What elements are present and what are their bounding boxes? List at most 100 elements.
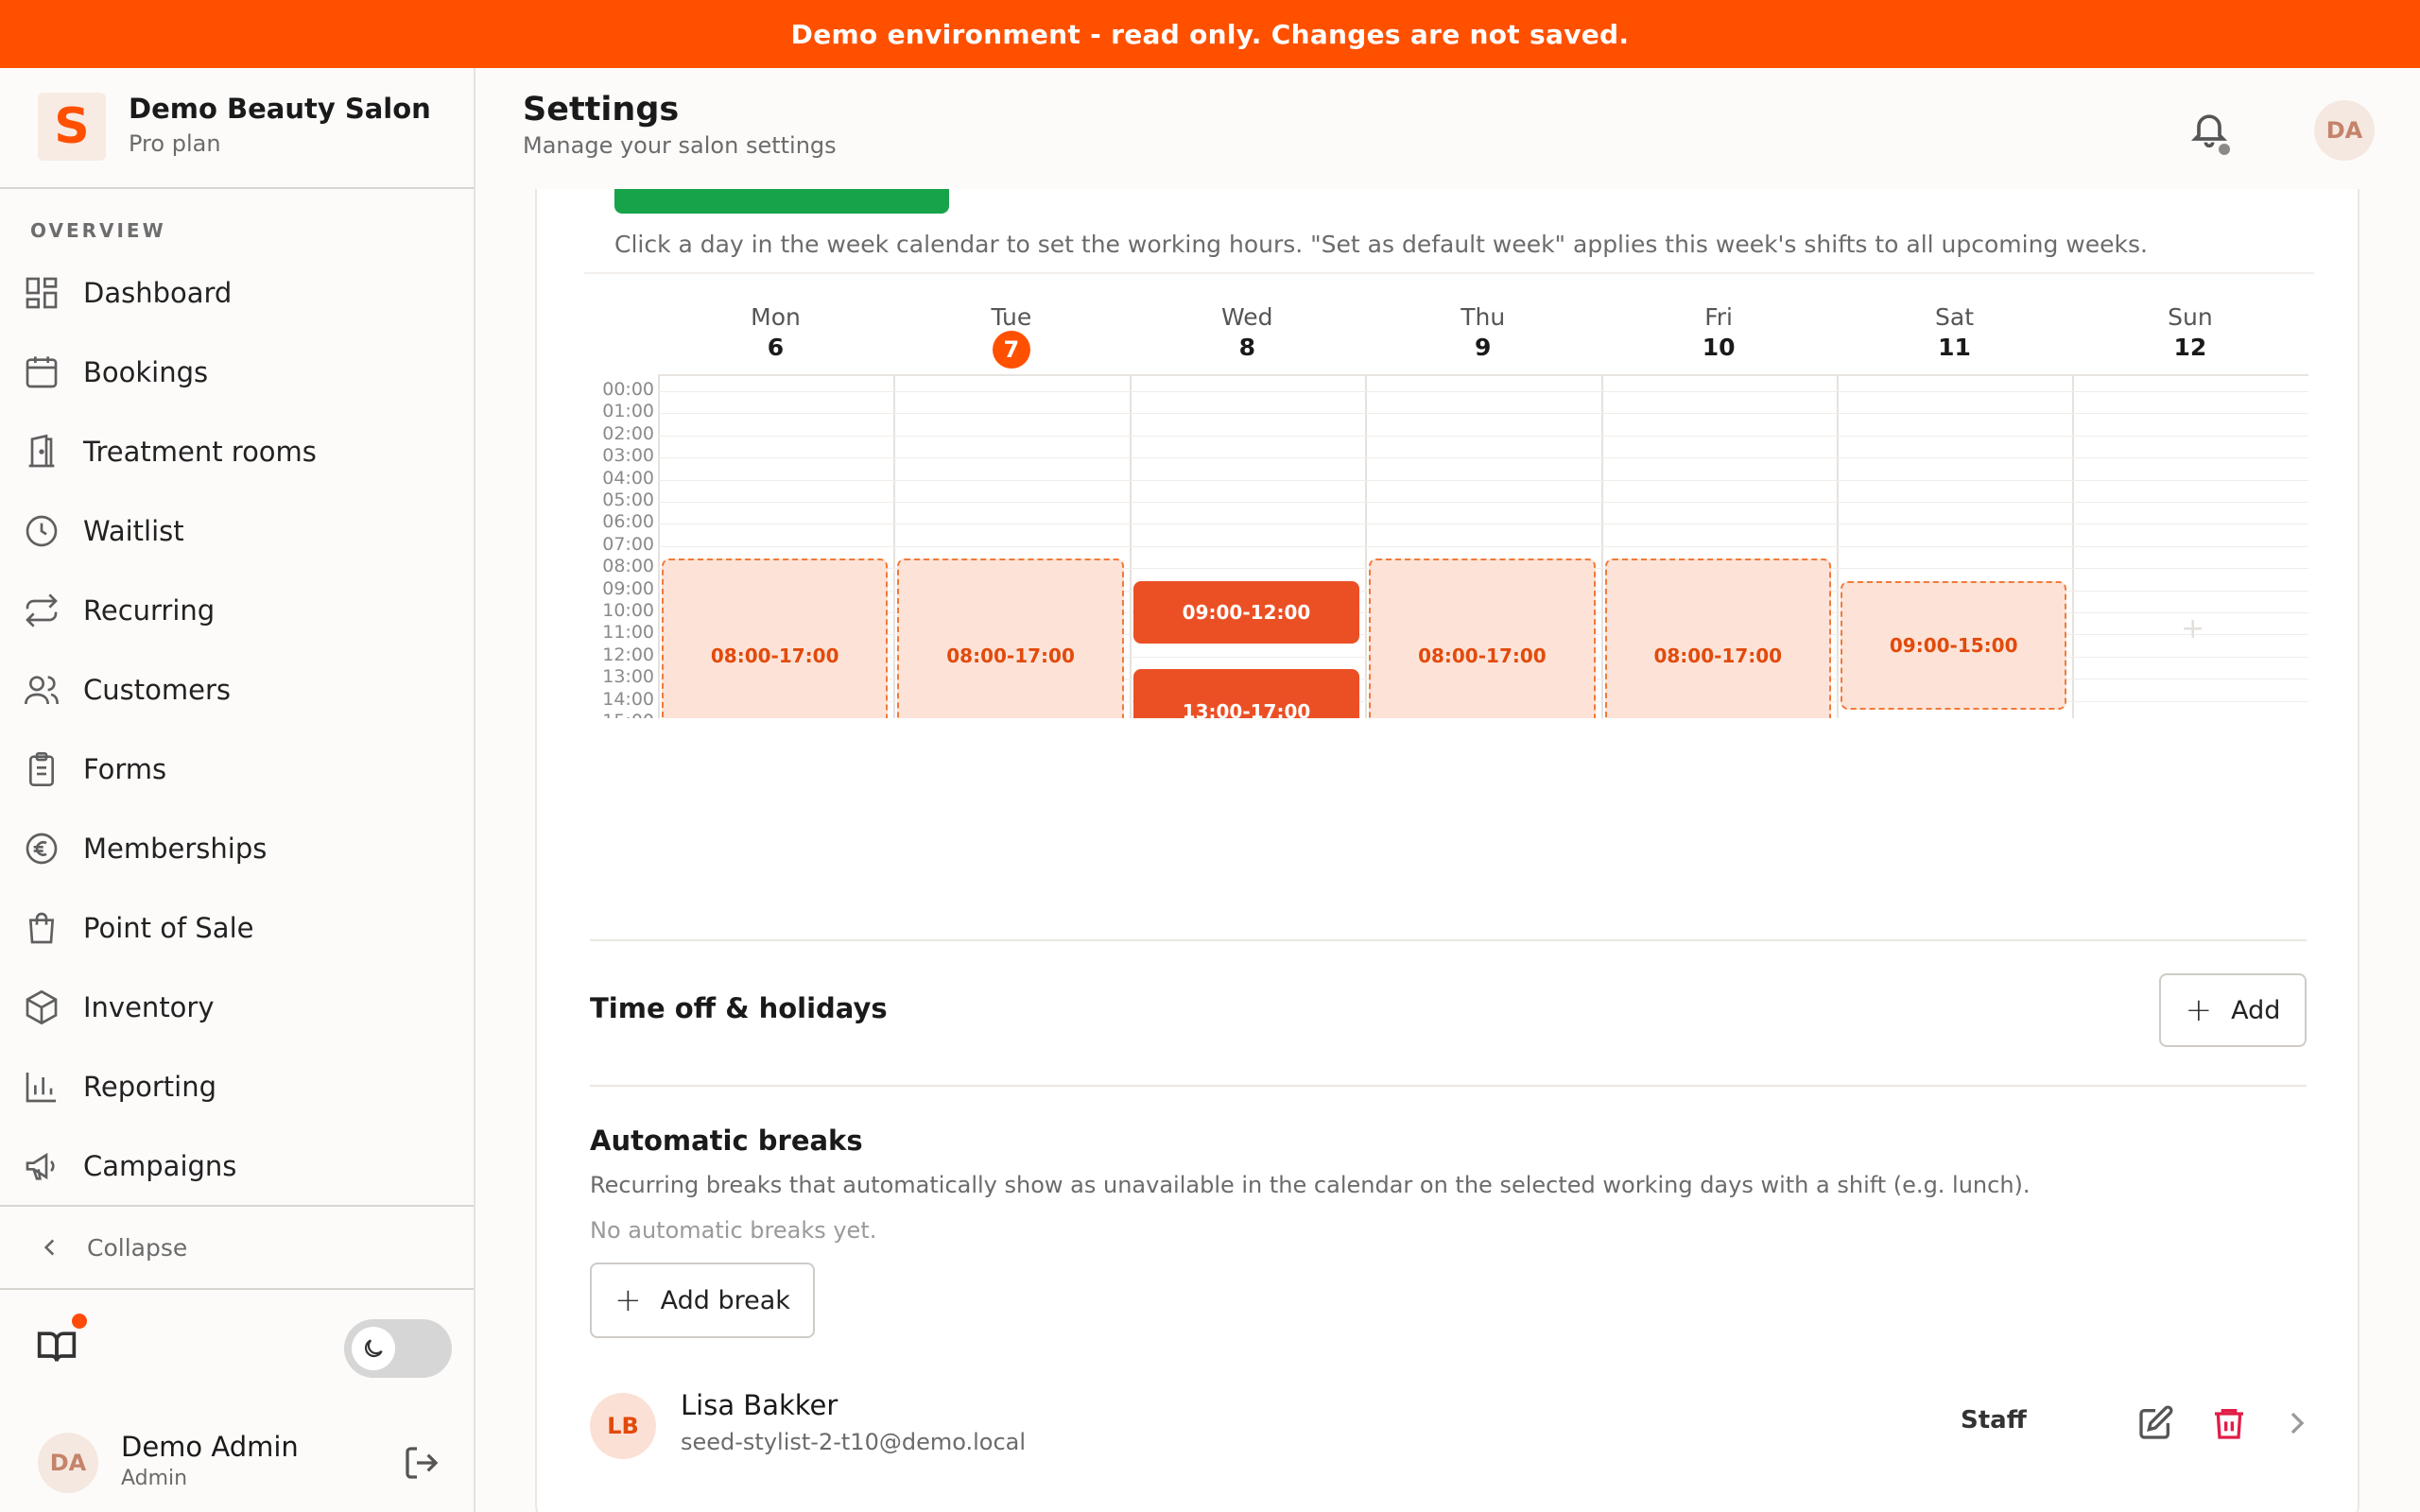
shift-block[interactable]: 13:00-17:00 (1132, 669, 1360, 718)
hour-label: 05:00 (602, 490, 654, 510)
staff-row[interactable]: LB Lisa Bakker seed-stylist-2-t10@demo.l… (590, 1378, 2307, 1472)
sidebar-item-reporting[interactable]: Reporting (0, 1047, 474, 1126)
day-header-sun[interactable]: Sun 12 (2072, 302, 2308, 363)
day-header-wed[interactable]: Wed 8 (1130, 302, 1365, 363)
avatar: DA (38, 1433, 98, 1493)
hour-label: 08:00 (602, 556, 654, 577)
day-header-sat[interactable]: Sat 11 (1837, 302, 2072, 363)
sidebar-item-waitlist[interactable]: Waitlist (0, 491, 474, 571)
day-header-tue[interactable]: Tue 7 (893, 302, 1129, 369)
hour-line (658, 545, 2308, 547)
hour-label: 09:00 (602, 577, 654, 599)
sidebar: S Demo Beauty Salon Pro plan OVERVIEW Da… (0, 68, 475, 1512)
collapse-button[interactable]: Collapse (0, 1205, 474, 1290)
hour-label: 04:00 (602, 467, 654, 489)
day-name: Fri (1704, 303, 1733, 331)
set-default-week-button[interactable] (614, 189, 949, 214)
shift-block[interactable]: 09:00-12:00 (1132, 580, 1360, 644)
hour-label: 07:00 (602, 533, 654, 555)
day-header-fri[interactable]: Fri 10 (1601, 302, 1837, 363)
day-name: Sun (2168, 303, 2213, 331)
page-header: Settings Manage your salon settings DA (477, 68, 2420, 189)
add-break-label: Add break (660, 1285, 790, 1315)
salon-name: Demo Beauty Salon (129, 93, 431, 125)
sidebar-item-memberships[interactable]: Memberships (0, 809, 474, 888)
day-name: Wed (1221, 303, 1273, 331)
user-role: Admin (121, 1467, 188, 1490)
header-avatar[interactable]: DA (2314, 100, 2375, 161)
sidebar-item-label: Treatment rooms (83, 436, 317, 468)
sidebar-item-recurring[interactable]: Recurring (0, 571, 474, 650)
sidebar-item-customers[interactable]: Customers (0, 650, 474, 730)
hour-line (658, 413, 2308, 415)
sidebar-item-bookings[interactable]: Bookings (0, 333, 474, 412)
user-name: Demo Admin (121, 1431, 299, 1463)
day-header-thu[interactable]: Thu 9 (1365, 302, 1600, 363)
calendar-grid[interactable]: 08:00-17:00 08:00-17:00 09:00-12:00 13:00-1… (658, 374, 2308, 718)
day-name: Sat (1935, 303, 1974, 331)
divider (590, 1085, 2307, 1087)
sidebar-item-treatment-rooms[interactable]: Treatment rooms (0, 412, 474, 491)
page-title: Settings (523, 91, 680, 129)
hour-label: 12:00 (602, 644, 654, 665)
docs-button[interactable] (36, 1314, 87, 1366)
book-open-icon (37, 1332, 77, 1362)
day-number: 10 (1702, 334, 1736, 361)
day-number: 8 (1238, 334, 1255, 361)
shift-block[interactable]: 08:00-17:00 (662, 558, 889, 718)
day-number: 7 (893, 331, 1129, 369)
user-profile: DA Demo Admin Admin (0, 1410, 474, 1512)
hour-labels: 00:00 01:00 02:00 03:00 04:00 05:00 06:00 07:00… (590, 374, 658, 718)
hour-label: 03:00 (602, 445, 654, 467)
day-column-line (1129, 376, 1132, 718)
clock-icon (26, 515, 58, 547)
package-icon (26, 989, 58, 1025)
add-time-off-button[interactable]: + Add (2159, 973, 2307, 1047)
no-breaks-text: No automatic breaks yet. (590, 1217, 877, 1244)
shift-block[interactable]: 09:00-15:00 (1841, 580, 2067, 710)
hour-label: 06:00 (602, 511, 654, 533)
sidebar-item-label: Campaigns (83, 1150, 237, 1182)
day-header-mon[interactable]: Mon 6 (658, 302, 893, 363)
brand: S Demo Beauty Salon Pro plan (0, 68, 474, 189)
delete-staff-button[interactable] (2210, 1404, 2248, 1442)
expand-staff-button[interactable] (2278, 1404, 2316, 1442)
add-shift-icon[interactable]: + (2181, 612, 2204, 645)
sidebar-item-campaigns[interactable]: Campaigns (0, 1126, 474, 1206)
edit-staff-button[interactable] (2136, 1404, 2174, 1442)
shift-block[interactable]: 08:00-17:00 (1604, 558, 1831, 718)
hour-line (658, 435, 2308, 437)
repeat-icon (26, 593, 58, 627)
automatic-breaks-title: Automatic breaks (590, 1125, 863, 1157)
hour-label: 13:00 (602, 666, 654, 688)
day-name: Tue (991, 303, 1032, 331)
megaphone-icon (26, 1152, 55, 1180)
hour-line (658, 479, 2308, 481)
sidebar-item-point-of-sale[interactable]: Point of Sale (0, 888, 474, 968)
today-badge: 7 (992, 331, 1030, 369)
toggle-knob (352, 1327, 395, 1370)
logout-button[interactable] (403, 1444, 441, 1482)
day-number: 11 (1938, 334, 1971, 361)
shift-block[interactable]: 08:00-17:00 (1369, 558, 1596, 718)
hour-label: 11:00 (602, 622, 654, 644)
add-break-button[interactable]: + Add break (590, 1263, 815, 1338)
notification-dot (2219, 144, 2230, 155)
staff-name: Lisa Bakker (681, 1389, 838, 1421)
sidebar-item-forms[interactable]: Forms (0, 730, 474, 809)
day-column-line (1365, 376, 1368, 718)
dark-mode-toggle[interactable] (344, 1319, 452, 1378)
divider (590, 939, 2307, 941)
sidebar-item-inventory[interactable]: Inventory (0, 968, 474, 1047)
main-nav: Dashboard Bookings Treatment rooms Waitl… (0, 253, 474, 1206)
sidebar-item-label: Recurring (83, 594, 216, 627)
day-column-line (1837, 376, 1839, 718)
time-off-title: Time off & holidays (590, 992, 888, 1024)
notifications-button[interactable] (2188, 108, 2230, 155)
nav-section-title: OVERVIEW (30, 219, 166, 242)
users-icon (25, 676, 59, 705)
shift-block[interactable]: 08:00-17:00 (897, 558, 1124, 718)
day-number: 12 (2173, 334, 2207, 361)
sidebar-item-dashboard[interactable]: Dashboard (0, 253, 474, 333)
plan-label: Pro plan (129, 130, 221, 157)
